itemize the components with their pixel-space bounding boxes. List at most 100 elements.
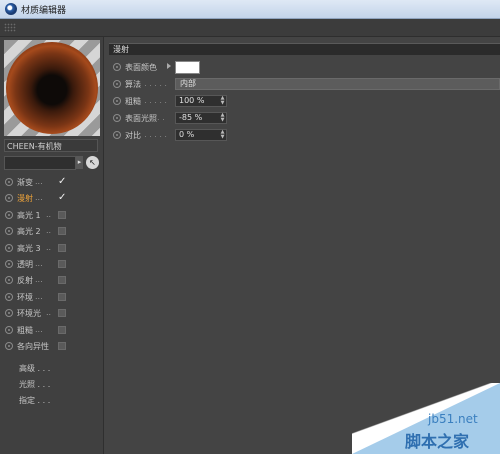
surface-light-value: -85 %: [179, 113, 203, 122]
layer-field[interactable]: [4, 156, 76, 170]
animate-radio-icon[interactable]: [5, 260, 13, 268]
channel-checkbox[interactable]: ✓: [58, 177, 66, 187]
channel-item[interactable]: 高光 2..: [4, 224, 101, 238]
grip-icon[interactable]: [4, 23, 16, 32]
animate-radio-icon[interactable]: [5, 309, 13, 318]
animate-radio-icon[interactable]: [5, 292, 13, 301]
channel-item[interactable]: 透明...: [4, 257, 101, 271]
spinner-icon[interactable]: ▲ ▼: [220, 96, 225, 106]
surface-light-row: 表面光照 . . -85 % ▲ ▼: [109, 111, 500, 126]
channel-label: 粗糙: [17, 325, 33, 335]
animate-radio-icon[interactable]: [113, 80, 121, 88]
channel-label: 高光 1: [17, 210, 41, 220]
channel-dots: ..: [46, 242, 52, 252]
contrast-value: 0 %: [179, 130, 195, 139]
extra-item[interactable]: 高级 . . .: [19, 363, 50, 374]
channel-checkbox[interactable]: [58, 292, 66, 301]
channel-item[interactable]: 各向异性: [4, 339, 101, 353]
channel-checkbox[interactable]: [58, 243, 66, 252]
channel-checkbox[interactable]: ✓: [58, 193, 66, 203]
roughness-row: 粗糙 . . . . . . 100 % ▲ ▼: [109, 94, 500, 109]
contrast-row: 对比 . . . . . . 0 % ▲ ▼: [109, 128, 500, 143]
channel-dots: ...: [35, 291, 43, 301]
channel-item[interactable]: 漫射... ✓: [4, 191, 101, 205]
roughness-dots: . . . . . .: [139, 96, 167, 105]
roughness-input[interactable]: 100 % ▲ ▼: [175, 95, 227, 107]
animate-radio-icon[interactable]: [113, 114, 121, 122]
channel-dots: ...: [35, 275, 43, 285]
dropdown-arrow-icon[interactable]: ▸: [76, 156, 83, 169]
color-label: 表面颜色: [125, 63, 157, 72]
channel-checkbox[interactable]: [58, 210, 66, 219]
color-row: 表面颜色: [109, 60, 500, 75]
animate-radio-icon[interactable]: [5, 276, 13, 285]
window-title: 材质编辑器: [21, 6, 67, 16]
color-swatch[interactable]: [175, 61, 200, 74]
algorithm-dots: . . . . . .: [139, 79, 167, 88]
channel-item[interactable]: 渐变... ✓: [4, 175, 101, 189]
channel-item[interactable]: 环境...: [4, 290, 101, 304]
watermark-url: jb51.net: [428, 412, 478, 426]
channel-label: 渐变: [17, 178, 33, 187]
channel-checkbox[interactable]: [58, 325, 66, 334]
roughness-value: 100 %: [179, 96, 205, 105]
animate-radio-icon[interactable]: [113, 63, 121, 71]
algorithm-row: 算法 . . . . . . 内部: [109, 77, 500, 92]
material-preview[interactable]: [4, 40, 100, 136]
channel-item[interactable]: 环境光..: [4, 306, 101, 320]
watermark-name: 脚本之家: [405, 432, 470, 451]
channel-checkbox[interactable]: [58, 309, 66, 318]
channel-label: 环境: [17, 292, 33, 302]
preview-sphere: [6, 42, 98, 134]
animate-radio-icon[interactable]: [113, 97, 121, 105]
surface-light-label: 表面光照: [125, 114, 157, 123]
algorithm-select[interactable]: 内部: [175, 78, 500, 90]
title-bar: 材质编辑器: [0, 0, 500, 19]
channel-item[interactable]: 粗糙...: [4, 323, 101, 337]
channel-dots: ...: [35, 324, 43, 334]
channel-checkbox[interactable]: [58, 276, 66, 285]
channel-checkbox[interactable]: [58, 260, 66, 268]
channel-dots: ..: [46, 226, 52, 236]
pick-cursor-icon[interactable]: ↖: [86, 156, 99, 169]
surface-light-input[interactable]: -85 % ▲ ▼: [175, 112, 227, 124]
animate-radio-icon[interactable]: [5, 227, 13, 236]
spinner-icon[interactable]: ▲ ▼: [220, 130, 225, 140]
channel-dots: ...: [35, 177, 43, 186]
extra-item[interactable]: 光照 . . .: [19, 379, 50, 390]
extra-item[interactable]: 指定 . . .: [19, 395, 50, 406]
expand-triangle-icon[interactable]: [167, 63, 171, 69]
section-title: 漫射: [109, 43, 500, 55]
material-name-field[interactable]: CHEEN-有机物: [4, 139, 98, 152]
toolbar-strip: [0, 19, 500, 37]
animate-radio-icon[interactable]: [5, 194, 13, 203]
channel-label: 高光 2: [17, 227, 41, 237]
contrast-input[interactable]: 0 % ▲ ▼: [175, 129, 227, 141]
channel-label: 高光 3: [17, 243, 41, 253]
animate-radio-icon[interactable]: [5, 243, 13, 252]
contrast-dots: . . . . . .: [139, 130, 167, 139]
spinner-icon[interactable]: ▲ ▼: [220, 113, 225, 123]
channel-item[interactable]: 高光 3..: [4, 241, 101, 255]
channel-label: 漫射: [17, 194, 33, 204]
channel-label: 环境光: [17, 309, 41, 319]
channel-label: 反射: [17, 276, 33, 286]
channel-checkbox[interactable]: [58, 342, 66, 350]
channel-label: 各向异性: [17, 342, 49, 351]
app-icon: [5, 3, 17, 15]
animate-radio-icon[interactable]: [5, 342, 13, 350]
animate-radio-icon[interactable]: [113, 131, 121, 139]
animate-radio-icon[interactable]: [5, 178, 13, 186]
channel-checkbox[interactable]: [58, 227, 66, 236]
surface-light-dots: . .: [157, 113, 165, 122]
channel-dots: ..: [46, 209, 52, 219]
animate-radio-icon[interactable]: [5, 210, 13, 219]
channel-panel: CHEEN-有机物 ▸ ↖ 渐变... ✓ 漫射... ✓ 高光 1.. 高光 2.. 高光…: [0, 37, 104, 454]
channel-dots: ...: [35, 193, 43, 203]
channel-item[interactable]: 反射...: [4, 273, 101, 287]
channel-item[interactable]: 高光 1..: [4, 208, 101, 222]
channel-dots: ...: [35, 259, 43, 268]
channel-dots: ..: [46, 308, 52, 318]
animate-radio-icon[interactable]: [5, 325, 13, 334]
channel-label: 透明: [17, 260, 33, 269]
